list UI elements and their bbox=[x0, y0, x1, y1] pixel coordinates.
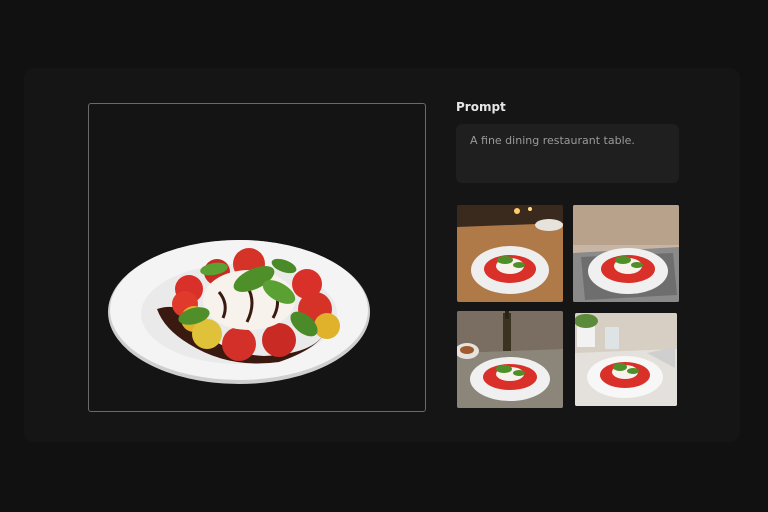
caprese-salad-image bbox=[108, 240, 370, 384]
prompt-input[interactable]: A fine dining restaurant table. bbox=[456, 124, 679, 183]
result-thumbnail-3[interactable] bbox=[457, 311, 563, 408]
generated-image-3 bbox=[457, 311, 563, 408]
prompt-text: A fine dining restaurant table. bbox=[470, 134, 635, 147]
result-thumbnail-2[interactable] bbox=[573, 205, 679, 302]
generated-image-2 bbox=[573, 205, 679, 302]
main-image-canvas[interactable] bbox=[88, 103, 426, 412]
result-thumbnail-4[interactable] bbox=[575, 313, 677, 406]
result-thumbnail-1[interactable] bbox=[457, 205, 563, 302]
generated-image-4 bbox=[575, 313, 677, 406]
generated-image-1 bbox=[457, 205, 563, 302]
prompt-label: Prompt bbox=[456, 100, 506, 114]
